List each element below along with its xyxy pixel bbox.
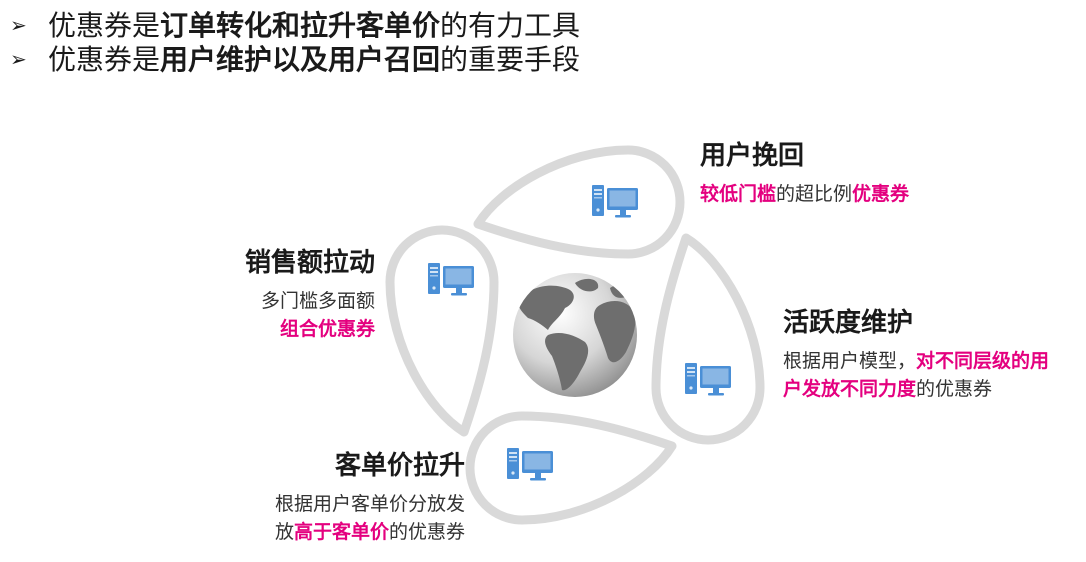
highlight-text: 组合优惠券 [279, 319, 375, 340]
highlight-text: 优惠券 [852, 184, 910, 205]
feature-title: 活跃度维护 [783, 307, 914, 337]
plain-text: 根据用户客单价分放发 [274, 494, 465, 515]
bullet-text: 优惠券是 [48, 10, 161, 41]
description-line: 组合优惠券 [245, 316, 375, 344]
plain-text: 放 [274, 522, 294, 543]
bullet-point: ➢ 优惠券是订单转化和拉升客单价的有力工具 [10, 8, 580, 43]
bullet-highlight: 用户维护以及用户召回 [160, 44, 441, 75]
feature-description: 多门槛多面额 组合优惠券 [245, 288, 375, 344]
feature-description: 较低门槛的超比例优惠券 [700, 181, 909, 209]
plain-text: 多门槛多面额 [260, 291, 375, 312]
bullet-highlight: 订单转化和拉升客单价 [160, 10, 441, 41]
plain-text: 的优惠券 [916, 379, 993, 400]
highlight-text: 高于客单价 [293, 522, 389, 543]
plain-text: 的超比例 [776, 184, 853, 205]
description-line: 较低门槛的超比例优惠券 [700, 181, 909, 209]
feature-title: 客单价拉升 [334, 450, 465, 480]
highlight-text: 户发放不同力度 [783, 379, 917, 400]
petal-bottom [470, 416, 672, 520]
description-line: 户发放不同力度的优惠券 [783, 376, 1049, 404]
arrow-bullet-icon: ➢ [10, 13, 27, 37]
highlight-text: 较低门槛 [700, 184, 777, 205]
feature-sales-boost: 销售额拉动 多门槛多面额 组合优惠券 [245, 246, 375, 344]
feature-order-value-lift: 客单价拉升 根据用户客单价分放发 放高于客单价的优惠券 [275, 449, 465, 547]
bullet-point: ➢ 优惠券是用户维护以及用户召回的重要手段 [10, 42, 580, 77]
highlight-text: 对不同层级的用 [916, 351, 1050, 372]
feature-title: 销售额拉动 [244, 247, 375, 277]
bullet-text: 优惠券是 [48, 44, 161, 75]
petal-top [478, 150, 680, 254]
feature-description: 根据用户模型，对不同层级的用 户发放不同力度的优惠券 [783, 348, 1049, 404]
plain-text: 的优惠券 [388, 522, 465, 543]
globe-icon [513, 273, 637, 397]
arrow-bullet-icon: ➢ [10, 47, 27, 71]
petal-left [390, 230, 494, 432]
plain-text: 根据用户模型， [783, 351, 917, 372]
feature-user-recall: 用户挽回 较低门槛的超比例优惠券 [700, 139, 909, 209]
description-line: 放高于客单价的优惠券 [275, 519, 465, 547]
bullet-text: 的重要手段 [440, 44, 581, 75]
pinwheel-diagram [0, 0, 1086, 562]
feature-title: 用户挽回 [700, 140, 805, 170]
description-line: 多门槛多面额 [245, 288, 375, 316]
feature-activity-maintenance: 活跃度维护 根据用户模型，对不同层级的用 户发放不同力度的优惠券 [783, 306, 1049, 404]
bullet-text: 的有力工具 [440, 10, 581, 41]
description-line: 根据用户模型，对不同层级的用 [783, 348, 1049, 376]
petal-right [656, 238, 760, 440]
feature-description: 根据用户客单价分放发 放高于客单价的优惠券 [275, 491, 465, 547]
description-line: 根据用户客单价分放发 [275, 491, 465, 519]
